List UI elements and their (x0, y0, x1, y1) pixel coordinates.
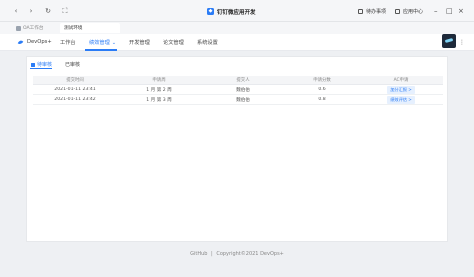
column-header: 提交时间 (66, 78, 84, 83)
cell-time: 2021-01-11 23:42 (54, 97, 96, 102)
column-header: AC申请 (393, 78, 409, 83)
column-header: 申请分数 (313, 78, 331, 83)
todo-icon (358, 9, 363, 14)
action-button[interactable]: 加分汇报 > (387, 85, 415, 94)
browser-tab-oa[interactable]: OA工作台 (12, 23, 47, 33)
browser-tab-test[interactable]: 测试环境 (60, 23, 120, 33)
browser-tab-label: OA工作台 (23, 26, 44, 31)
more-icon[interactable]: ⋮ (459, 39, 465, 46)
app-center-label: 应用中心 (403, 9, 424, 15)
subtab-label: 待审核 (37, 62, 53, 68)
cell-week: 1 月 第 3 周 (146, 97, 172, 103)
active-subtab-underline (30, 68, 52, 69)
cell-user: 魏伯伯 (236, 97, 250, 103)
copyright-text: Copyright©2021 DevOps+ (216, 251, 284, 257)
minimize-icon[interactable]: – (434, 7, 438, 15)
app-window: ‹ › ↻ ⛶ ◆ 钉钉微应用开发 待办事项 应用中心 – □ × OA工作台 … (0, 0, 474, 277)
table-header: 提交时间 申请周 提交人 申请分数 AC申请 (33, 76, 443, 85)
app-center-icon (395, 9, 400, 14)
footer-separator: | (211, 251, 213, 257)
nav-item-paper[interactable]: 论文管理 (163, 39, 184, 46)
nav-item-label: 绩效管理 (89, 40, 110, 46)
cell-score: 0.6 (318, 87, 326, 92)
subtab-pending[interactable]: 待审核 (31, 61, 52, 68)
table-row: 2021-01-11 23:41 1 月 第 2 周 魏伯伯 0.6 加分汇报 … (33, 85, 443, 95)
close-icon[interactable]: × (458, 7, 464, 15)
browser-tab-bar: OA工作台 测试环境 (0, 22, 474, 34)
oa-tab-icon (16, 25, 21, 31)
table-row: 2021-01-11 23:42 1 月 第 3 周 魏伯伯 0.8 绩效评估 … (33, 95, 443, 105)
cell-action: 绩效评估 > (359, 95, 443, 104)
app-center-button[interactable]: 应用中心 (395, 8, 423, 15)
column-header: 提交人 (236, 78, 250, 83)
action-button[interactable]: 绩效评估 > (387, 95, 415, 104)
brand-name[interactable]: DevOps+ (27, 39, 52, 45)
maximize-icon[interactable]: □ (446, 7, 453, 15)
nav-item-workbench[interactable]: 工作台 (60, 39, 76, 46)
cell-action: 加分汇报 > (359, 85, 443, 94)
nav-item-performance[interactable]: 绩效管理 ⌄ (89, 39, 117, 47)
app-title: ◆ 钉钉微应用开发 (207, 7, 256, 16)
devops-logo-icon (17, 40, 24, 44)
chevron-down-icon: ⌄ (111, 39, 117, 46)
browser-tab-label: 测试环境 (64, 26, 83, 31)
cell-time: 2021-01-11 23:41 (54, 87, 96, 92)
cell-user: 魏伯伯 (236, 87, 250, 93)
title-bar: ‹ › ↻ ⛶ ◆ 钉钉微应用开发 待办事项 应用中心 – □ × (0, 0, 474, 22)
nav-item-settings[interactable]: 系统设置 (197, 39, 218, 46)
dingtalk-logo-icon: ◆ (207, 8, 214, 15)
active-nav-underline (85, 49, 117, 51)
subtab-reviewed[interactable]: 已审核 (65, 61, 80, 68)
nav-item-dev[interactable]: 开发管理 (129, 39, 150, 46)
column-header: 申请周 (152, 78, 166, 83)
todo-button[interactable]: 待办事项 (358, 8, 386, 15)
cell-week: 1 月 第 2 周 (146, 87, 172, 93)
github-link[interactable]: GitHub (190, 251, 207, 257)
todo-label: 待办事项 (366, 9, 387, 15)
footer: GitHub | Copyright©2021 DevOps+ (0, 251, 474, 257)
review-table: 提交时间 申请周 提交人 申请分数 AC申请 2021-01-11 23:41 … (33, 76, 443, 105)
back-icon[interactable]: ‹ (12, 7, 20, 15)
fullscreen-icon[interactable]: ⛶ (61, 7, 69, 15)
pending-icon (31, 62, 35, 67)
refresh-icon[interactable]: ↻ (44, 7, 52, 15)
cell-score: 0.8 (318, 97, 326, 102)
avatar[interactable] (442, 34, 456, 48)
forward-icon[interactable]: › (27, 7, 35, 15)
app-nav-bar: DevOps+ 工作台 绩效管理 ⌄ 开发管理 论文管理 系统设置 (0, 34, 474, 51)
app-title-text: 钉钉微应用开发 (217, 9, 256, 16)
review-card: 待审核 已审核 提交时间 申请周 提交人 申请分数 AC申请 2021-01-1… (26, 56, 448, 242)
